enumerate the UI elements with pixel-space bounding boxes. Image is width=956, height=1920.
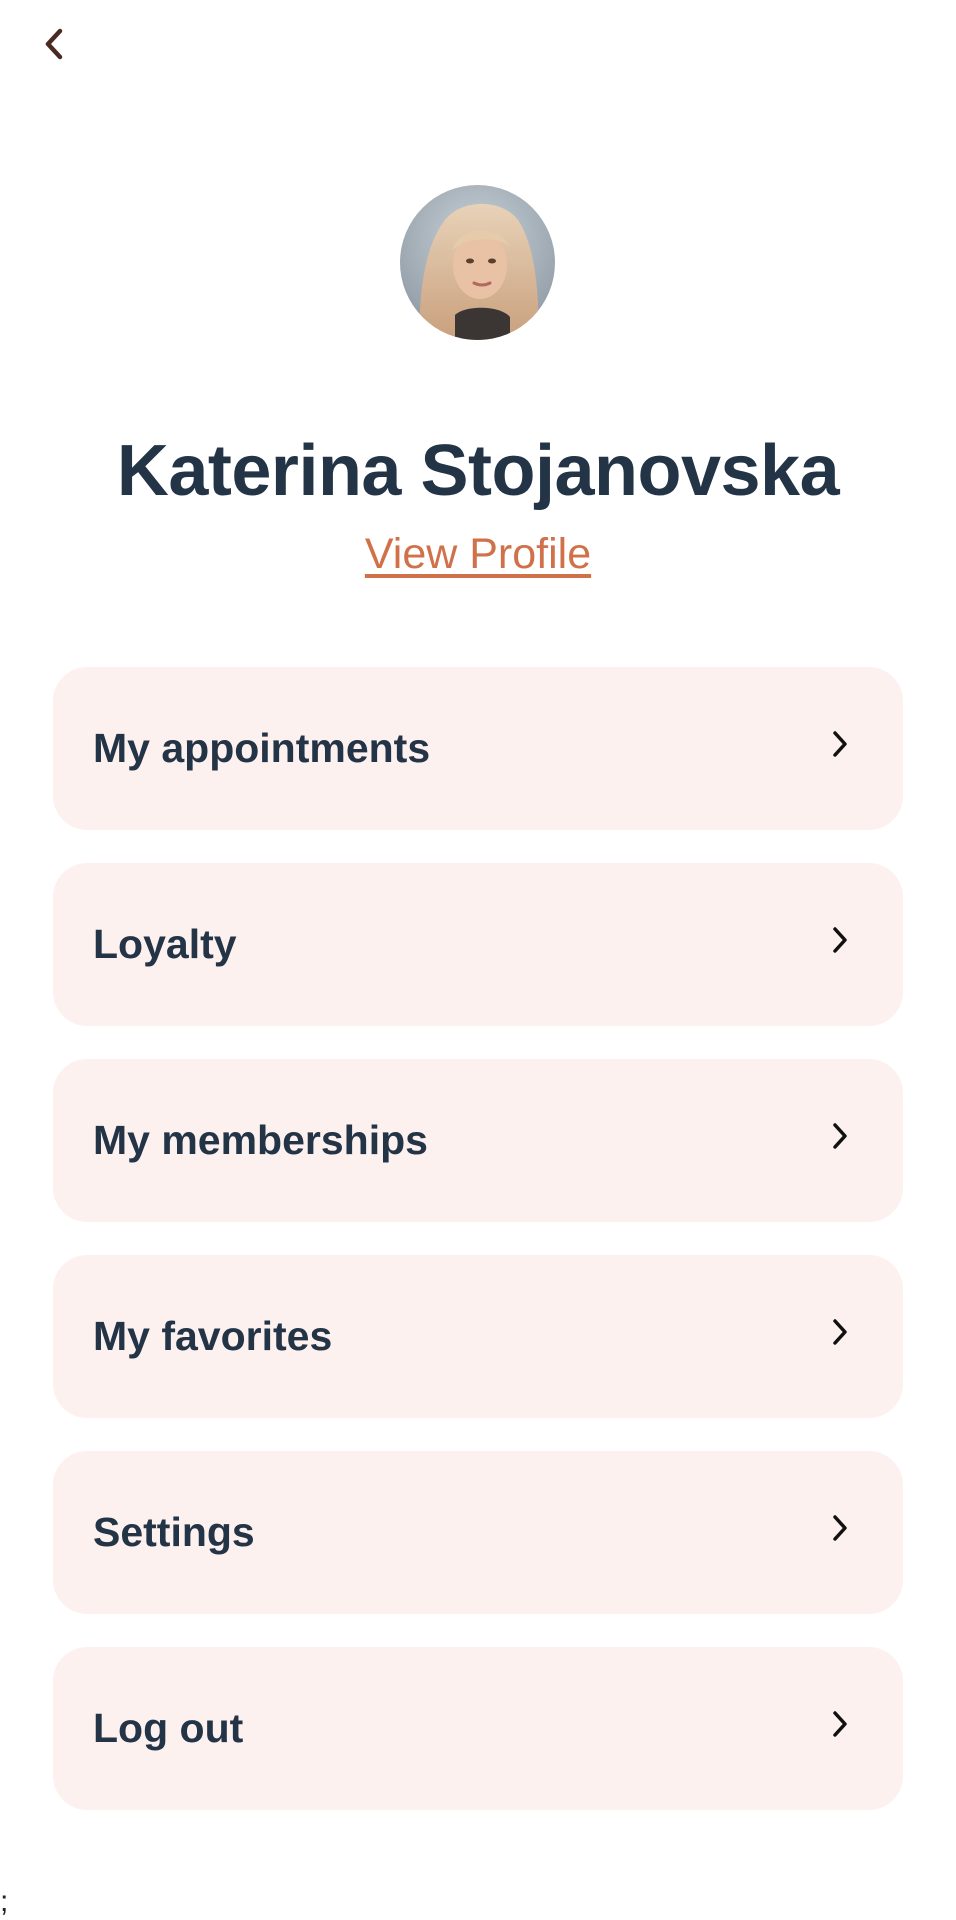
menu-item-label: My appointments — [93, 725, 431, 771]
menu-item-my-favorites[interactable]: My favorites — [53, 1255, 903, 1418]
back-button[interactable] — [34, 26, 74, 66]
view-profile-link[interactable]: View Profile — [0, 530, 956, 579]
profile-menu: My appointments Loyalty My memberships M… — [53, 667, 903, 1843]
menu-item-settings[interactable]: Settings — [53, 1451, 903, 1614]
menu-item-my-appointments[interactable]: My appointments — [53, 667, 903, 830]
stray-text: ; — [0, 1885, 9, 1918]
menu-item-label: My memberships — [93, 1117, 428, 1163]
user-name: Katerina Stojanovska — [116, 431, 840, 511]
menu-item-label: My favorites — [93, 1313, 333, 1359]
chevron-left-icon — [43, 27, 65, 66]
chevron-right-icon — [827, 1118, 853, 1154]
avatar — [400, 185, 555, 340]
menu-item-label: Log out — [93, 1705, 244, 1751]
menu-item-label: Loyalty — [93, 921, 237, 967]
chevron-right-icon — [827, 922, 853, 958]
menu-item-my-memberships[interactable]: My memberships — [53, 1059, 903, 1222]
menu-item-loyalty[interactable]: Loyalty — [53, 863, 903, 1026]
menu-item-label: Settings — [93, 1509, 255, 1555]
chevron-right-icon — [827, 1314, 853, 1350]
chevron-right-icon — [827, 1510, 853, 1546]
chevron-right-icon — [827, 1706, 853, 1742]
menu-item-log-out[interactable]: Log out — [53, 1647, 903, 1810]
chevron-right-icon — [827, 726, 853, 762]
